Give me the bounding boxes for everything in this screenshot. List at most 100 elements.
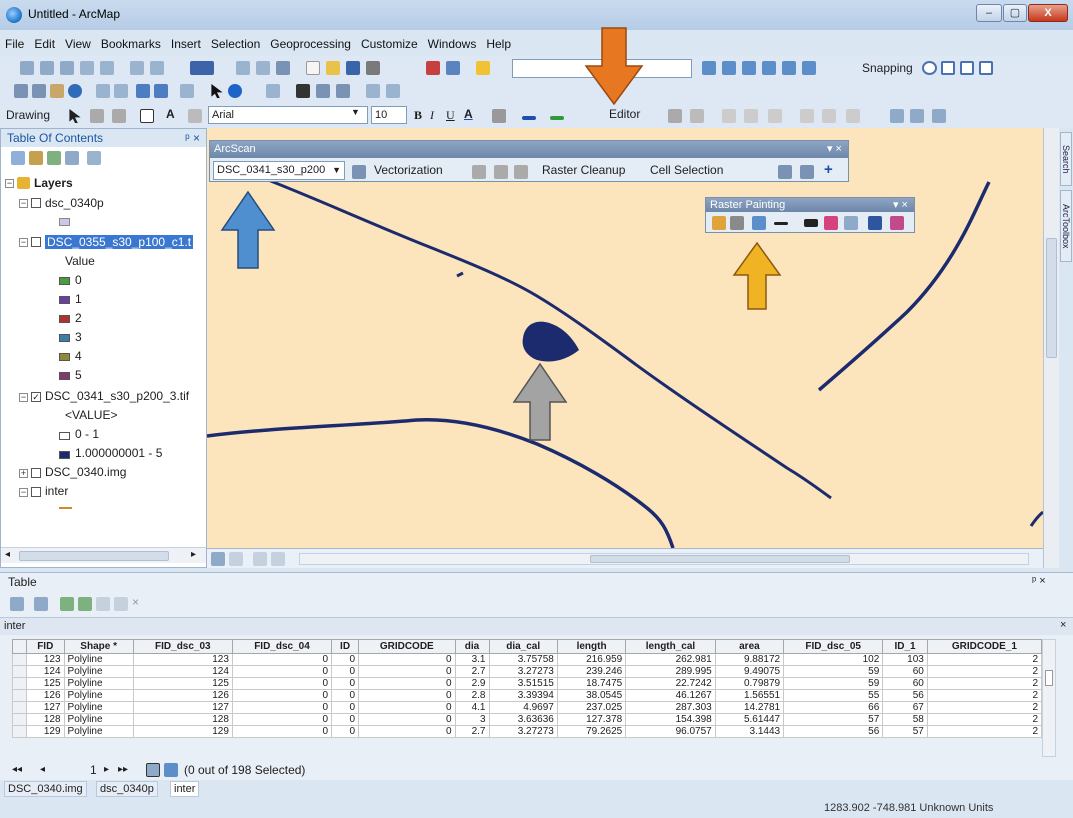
column-header[interactable]: area	[714, 639, 785, 654]
refresh-icon[interactable]	[253, 552, 267, 566]
column-header[interactable]: Shape *	[63, 639, 134, 654]
table-cell[interactable]: 0	[358, 653, 456, 666]
open-icon[interactable]	[326, 61, 340, 75]
table-cell[interactable]: 3.1	[454, 653, 490, 666]
zoom-in-icon[interactable]	[20, 61, 34, 75]
find-connected-cell-area-icon[interactable]	[800, 165, 814, 179]
table-cell[interactable]: 57	[882, 725, 928, 738]
table-cell[interactable]: 56	[783, 725, 884, 738]
font-dropdown-arrow-icon[interactable]: ▼	[351, 107, 360, 117]
edit-annotation-icon[interactable]	[690, 109, 704, 123]
table-cell[interactable]: 0	[331, 665, 360, 678]
table-cell[interactable]: 1.56551	[714, 689, 785, 702]
editor-toolbar-icon[interactable]	[702, 61, 716, 75]
table-cell[interactable]: 3.1443	[714, 725, 785, 738]
underline-button[interactable]: U	[446, 108, 455, 123]
table-cell[interactable]: Polyline	[63, 665, 134, 678]
previous-record-icon[interactable]: ◂	[40, 764, 45, 775]
table-cell[interactable]: 38.0545	[556, 689, 627, 702]
draw-select-icon[interactable]	[69, 109, 81, 123]
list-by-drawing-order-icon[interactable]	[11, 151, 25, 165]
menu-file[interactable]: File	[0, 34, 29, 54]
vectorization-menu[interactable]: Vectorization	[374, 163, 443, 177]
table-cell[interactable]: 58	[882, 713, 928, 726]
table-cell[interactable]: 0	[231, 725, 333, 738]
toc-item-dsc-0341[interactable]: DSC_0341_s30_p200_3.tif	[45, 389, 189, 403]
table-cell[interactable]: 126	[132, 689, 233, 702]
list-by-selection-icon[interactable]	[65, 151, 79, 165]
table-cell[interactable]: 0	[358, 689, 456, 702]
row-selector[interactable]	[12, 665, 27, 678]
table-cell[interactable]: 67	[882, 701, 928, 714]
table-cell[interactable]: 128	[132, 713, 233, 726]
column-header[interactable]: length	[556, 639, 627, 654]
column-header[interactable]: ID_1	[882, 639, 928, 654]
table-cell[interactable]: 126	[26, 689, 65, 702]
table-cell[interactable]: 125	[132, 677, 233, 690]
column-header[interactable]: dia_cal	[488, 639, 558, 654]
globe-icon[interactable]	[68, 84, 82, 98]
table-cell[interactable]: 3.27273	[488, 725, 558, 738]
dsc-0340p-checkbox[interactable]	[31, 198, 41, 208]
switch-selection-icon[interactable]	[78, 597, 92, 611]
table-cell[interactable]: 128	[26, 713, 65, 726]
table-cell[interactable]: 2.7	[454, 665, 490, 678]
table-cell[interactable]: 9.88172	[714, 653, 785, 666]
table-cell[interactable]: 4.9697	[488, 701, 558, 714]
table-cell[interactable]: 2	[926, 665, 1043, 678]
menu-help[interactable]: Help	[481, 34, 516, 54]
arctoolbox-icon[interactable]	[782, 61, 796, 75]
table-cell[interactable]: Polyline	[63, 701, 134, 714]
table-cell[interactable]: 0	[231, 689, 333, 702]
maximize-button[interactable]: ▢	[1003, 4, 1027, 22]
map-scroll-thumb[interactable]	[590, 555, 850, 563]
table-cell[interactable]: 124	[26, 665, 65, 678]
table-row[interactable]: 125 Polyline 125 0 0 0 2.9 3.51515 18.7475 22.724…	[12, 677, 1043, 690]
forward-arrow-icon[interactable]	[154, 84, 168, 98]
swap-color-icon[interactable]	[868, 216, 882, 230]
effects-icon[interactable]	[932, 109, 946, 123]
catalog-icon[interactable]	[742, 61, 756, 75]
arcscan-close-icon[interactable]: ▾ ×	[827, 141, 842, 158]
shape-recognition-icon[interactable]	[514, 165, 528, 179]
time-slider-icon[interactable]	[386, 84, 400, 98]
line-color-icon[interactable]	[522, 116, 536, 120]
table-cell[interactable]: 46.1267	[625, 689, 716, 702]
table-cell[interactable]: 0	[331, 713, 360, 726]
show-all-records-icon[interactable]	[146, 763, 160, 777]
clear-selection-icon[interactable]	[96, 597, 110, 611]
raster-layer-icon[interactable]	[890, 109, 904, 123]
attribute-table[interactable]: FID Shape * FID_dsc_03 FID_dsc_04 ID GRIDCODE…	[12, 639, 1043, 738]
table-tab-dsc-0340p[interactable]: dsc_0340p	[96, 781, 158, 797]
add-data-plus-icon[interactable]	[476, 61, 490, 75]
table-row[interactable]: 128 Polyline 128 0 0 0 3 3.63636 127.378 154.398 5…	[12, 713, 1043, 726]
row-selector[interactable]	[12, 689, 27, 702]
drawing-menu[interactable]: Drawing	[6, 108, 50, 122]
menu-view[interactable]: View	[60, 34, 96, 54]
dsc-0341-collapse-icon[interactable]: −	[19, 393, 28, 402]
table-cell[interactable]: 57	[783, 713, 884, 726]
table-cell[interactable]: 60	[882, 677, 928, 690]
table-cell[interactable]: 216.959	[556, 653, 627, 666]
scroll-right-icon[interactable]: ▸	[191, 549, 196, 560]
table-row[interactable]: 124 Polyline 124 0 0 0 2.7 3.27273 239.246 289.99…	[12, 665, 1043, 678]
table-cell[interactable]: 0	[331, 701, 360, 714]
table-cell[interactable]: 9.49075	[714, 665, 785, 678]
fixed-zoom-icon[interactable]	[100, 61, 114, 75]
table-cell[interactable]: 125	[26, 677, 65, 690]
table-cell[interactable]: 129	[26, 725, 65, 738]
search-dock-tab[interactable]: Search	[1060, 132, 1072, 186]
inter-checkbox[interactable]	[31, 487, 41, 497]
raster-layer-dropdown-icon[interactable]: ▼	[332, 162, 341, 179]
fixed-zoom-in-icon[interactable]	[96, 84, 110, 98]
column-header[interactable]: dia	[454, 639, 490, 654]
table-cell[interactable]: 55	[783, 689, 884, 702]
erase-brush-icon[interactable]	[824, 216, 838, 230]
zoom-out-icon[interactable]	[40, 61, 54, 75]
table-cell[interactable]: 0	[358, 665, 456, 678]
pan-tool-icon[interactable]	[50, 84, 64, 98]
table-cell[interactable]: 123	[26, 653, 65, 666]
dsc-0340-checkbox[interactable]	[31, 468, 41, 478]
related-tables-icon[interactable]	[34, 597, 48, 611]
list-by-source-icon[interactable]	[29, 151, 43, 165]
